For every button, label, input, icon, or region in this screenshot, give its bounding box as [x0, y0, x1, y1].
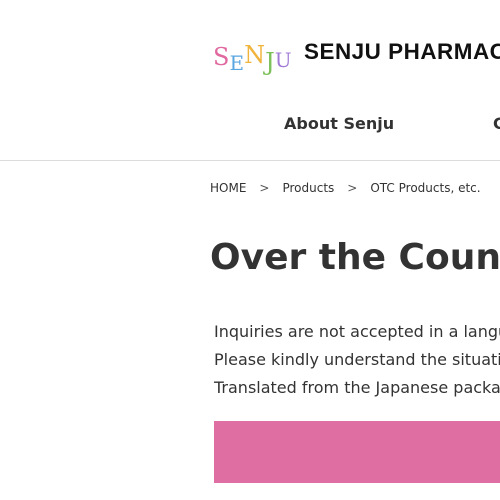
logo-mark-letter: J: [265, 48, 275, 76]
notice-line: Please kindly understand the situation: [214, 350, 500, 369]
logo-mark-letter: S: [213, 43, 230, 71]
page-title: Over the Counte: [210, 237, 500, 278]
notice-line: Translated from the Japanese packag: [214, 378, 500, 397]
logo-wordmark: SENJU PHARMACE: [303, 39, 500, 64]
notice-text: Inquiries are not accepted in a langua P…: [214, 318, 500, 402]
logo-mark-letter: N: [244, 41, 266, 69]
breadcrumb-home-link[interactable]: HOME: [210, 181, 246, 195]
nav-item-about-senju[interactable]: About Senju: [284, 114, 394, 133]
logo-mark: S E N J U: [213, 33, 292, 76]
site-header: S E N J U SENJU PHARMACE About Senju C: [0, 0, 500, 161]
breadcrumb-otc-products-link[interactable]: OTC Products, etc.: [370, 181, 480, 195]
site-logo[interactable]: S E N J U SENJU PHARMACE: [213, 33, 500, 76]
breadcrumb: HOME > Products > OTC Products, etc.: [210, 181, 481, 195]
nav-item-next[interactable]: C: [493, 114, 500, 133]
breadcrumb-products-link[interactable]: Products: [282, 181, 334, 195]
global-nav: About Senju C: [0, 114, 500, 140]
breadcrumb-separator: >: [259, 181, 270, 195]
logo-mark-letter: E: [229, 51, 245, 75]
breadcrumb-separator: >: [347, 181, 358, 195]
notice-line: Inquiries are not accepted in a langua: [214, 322, 500, 341]
category-banner[interactable]: [214, 421, 500, 483]
logo-mark-letter: U: [274, 48, 292, 72]
page: S E N J U SENJU PHARMACE About Senju C H…: [0, 0, 500, 500]
